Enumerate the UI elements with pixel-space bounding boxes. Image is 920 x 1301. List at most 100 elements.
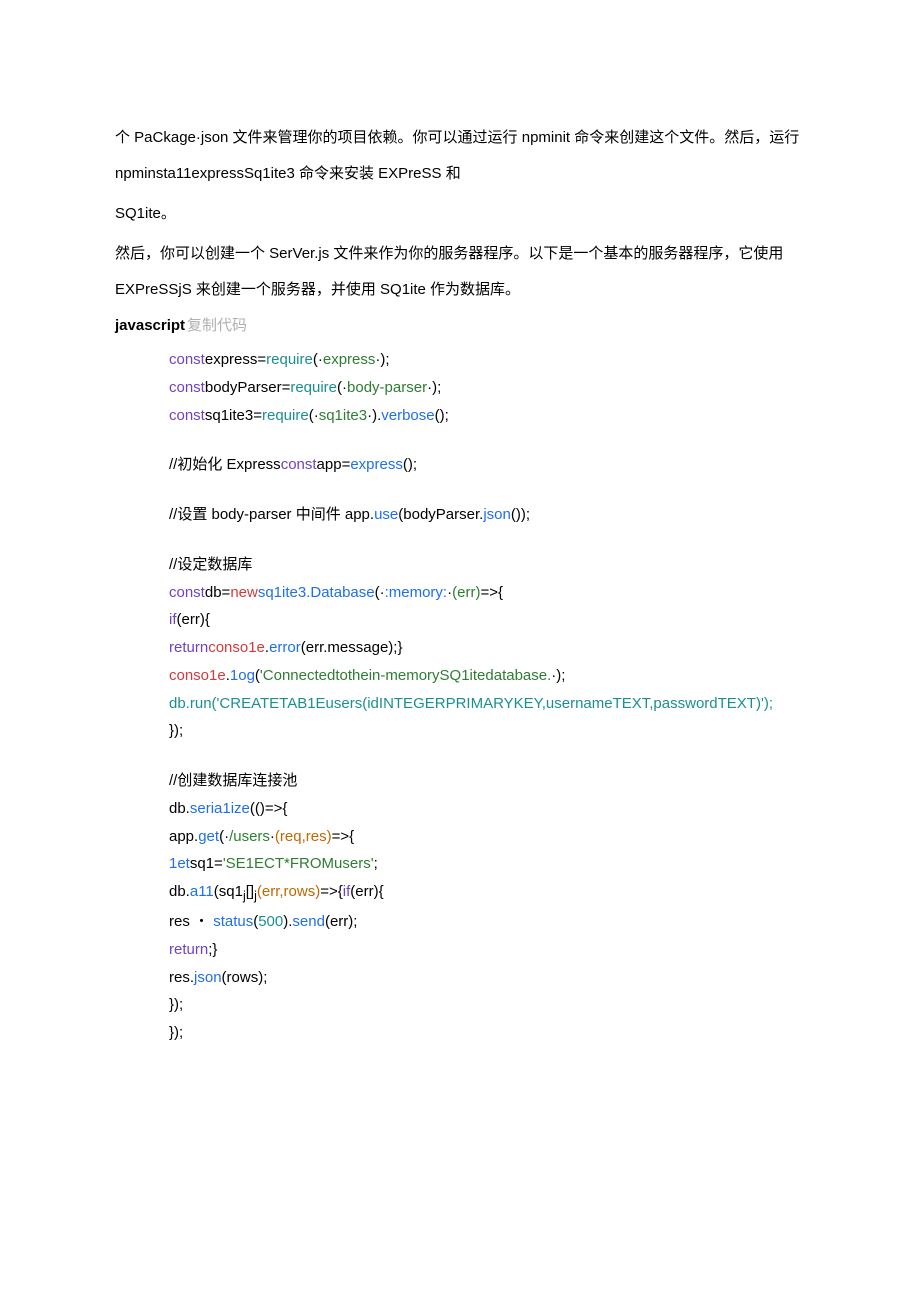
fn-express: express (350, 456, 403, 473)
copy-code-label: 复制代码 (187, 317, 247, 334)
text: (err); (325, 913, 358, 930)
text: ); (556, 667, 565, 684)
fn-serialize: seria1ize (190, 800, 250, 817)
string: :memory: (385, 584, 448, 601)
text: ). (372, 407, 381, 424)
code-line: if(err){ (169, 606, 805, 634)
fn-verbose: verbose (381, 407, 434, 424)
db: db. (169, 695, 190, 712)
text: ;} (208, 941, 217, 958)
fn-json: json (194, 969, 222, 986)
keyword-const: const (281, 456, 317, 473)
fn-use: use (374, 506, 398, 523)
document-page: 个 PaCkage·json 文件来管理你的项目依赖。你可以通过运行 npmin… (0, 0, 920, 1107)
code-line: constbodyParser=require(·body-parser·); (169, 374, 805, 402)
text: ); (380, 351, 389, 368)
comment: //设置 body-parser 中间件 app. (169, 506, 374, 523)
text: ; (374, 855, 378, 872)
string: 'SE1ECT*FROMusers' (223, 855, 374, 872)
comment: //初始化 Express (169, 456, 281, 473)
text: db. (169, 883, 190, 900)
text: [] (246, 883, 254, 900)
number: 500 (258, 913, 283, 930)
text: (); (403, 456, 417, 473)
string: /users (229, 828, 270, 845)
blank-line (169, 745, 805, 767)
code-line: }); (169, 991, 805, 1019)
text: =>{ (480, 584, 503, 601)
text: res. (169, 969, 194, 986)
string: 'CREATETAB1Eusers(idINTEGERPRIMARYKEY,us… (217, 695, 764, 712)
text: (); (435, 407, 449, 424)
code-line: app.get(·/users·(req,res)=>{ (169, 823, 805, 851)
text: =>{ (320, 883, 343, 900)
code-line: return;} (169, 936, 805, 964)
text: res ・ (169, 913, 213, 930)
keyword-return: return (169, 941, 208, 958)
code-line: //设定数据库 (169, 551, 805, 579)
text: db. (169, 800, 190, 817)
paragraph-1b: SQ1ite。 (115, 196, 805, 232)
code-line: //设置 body-parser 中间件 app.use(bodyParser.… (169, 501, 805, 529)
text: (err){ (177, 611, 210, 628)
text: app. (169, 828, 198, 845)
blank-line (169, 479, 805, 501)
class-name: sq1ite3.Database (258, 584, 375, 601)
text: ()); (511, 506, 530, 523)
fn-require: require (266, 351, 313, 368)
code-line: 1etsq1='SE1ECT*FROMusers'; (169, 850, 805, 878)
code-line: returnconso1e.error(err.message);} (169, 634, 805, 662)
text: (bodyParser. (398, 506, 483, 523)
paragraph-1: 个 PaCkage·json 文件来管理你的项目依赖。你可以通过运行 npmin… (115, 120, 805, 192)
blank-line (169, 429, 805, 451)
keyword-const: const (169, 379, 205, 396)
text: bodyParser= (205, 379, 290, 396)
text: 个 PaCkage (115, 129, 196, 146)
text: (err){ (350, 883, 383, 900)
comment: //创建数据库连接池 (169, 772, 297, 789)
paragraph-2: 然后，你可以创建一个 SerVer.js 文件来作为你的服务器程序。以下是一个基… (115, 236, 805, 308)
code-line: db.seria1ize(()=>{ (169, 795, 805, 823)
text: ); (432, 379, 441, 396)
fn-status: status (213, 913, 253, 930)
string: express (323, 351, 376, 368)
text: (sq1 (214, 883, 243, 900)
keyword-return: return (169, 639, 208, 656)
string: body-parser (347, 379, 427, 396)
text: ); (764, 695, 773, 712)
text: (err.message);} (301, 639, 403, 656)
comment: //设定数据库 (169, 556, 252, 573)
code-line: constexpress=require(·express·); (169, 346, 805, 374)
text: json 文件来管理你的项目依赖。你可以通过运行 npminit 命令来创建这个… (115, 129, 799, 182)
text: sq1ite3= (205, 407, 262, 424)
code-line: db.a11(sq1j[]j(err,rows)=>{if(err){ (169, 878, 805, 908)
code-line: constsq1ite3=require(·sq1ite3·).verbose(… (169, 402, 805, 430)
fn-run: run (190, 695, 212, 712)
code-line: res ・ status(500).send(err); (169, 908, 805, 936)
fn-require: require (290, 379, 337, 396)
keyword-let: 1et (169, 855, 190, 872)
code-block: constexpress=require(·express·); constbo… (115, 346, 805, 1047)
params: (err,rows) (257, 883, 320, 900)
code-line: conso1e.1og('Connectedtothein-memorySQ1i… (169, 662, 805, 690)
text: express= (205, 351, 266, 368)
code-language-label: javascript (115, 317, 185, 334)
text: 然后，你可以创建一个 SerVer.js 文件来作为你的服务器程序。以下是一个基… (115, 245, 783, 298)
text: SQ1ite。 (115, 205, 176, 222)
keyword-if: if (169, 611, 177, 628)
text: }); (169, 722, 183, 739)
string: sq1ite3 (319, 407, 367, 424)
console: conso1e (208, 639, 265, 656)
code-line: db.run('CREATETAB1Eusers(idINTEGERPRIMAR… (169, 690, 805, 718)
fn-json: json (483, 506, 511, 523)
text: app= (317, 456, 351, 473)
code-line: }); (169, 1019, 805, 1047)
params: (req,res) (275, 828, 332, 845)
string: 'Connectedtothein-memorySQ1itedatabase. (260, 667, 551, 684)
code-line: }); (169, 717, 805, 745)
code-line: //初始化 Expressconstapp=express(); (169, 451, 805, 479)
code-line: res.json(rows); (169, 964, 805, 992)
keyword-new: new (230, 584, 258, 601)
keyword-const: const (169, 351, 205, 368)
keyword-const: const (169, 407, 205, 424)
